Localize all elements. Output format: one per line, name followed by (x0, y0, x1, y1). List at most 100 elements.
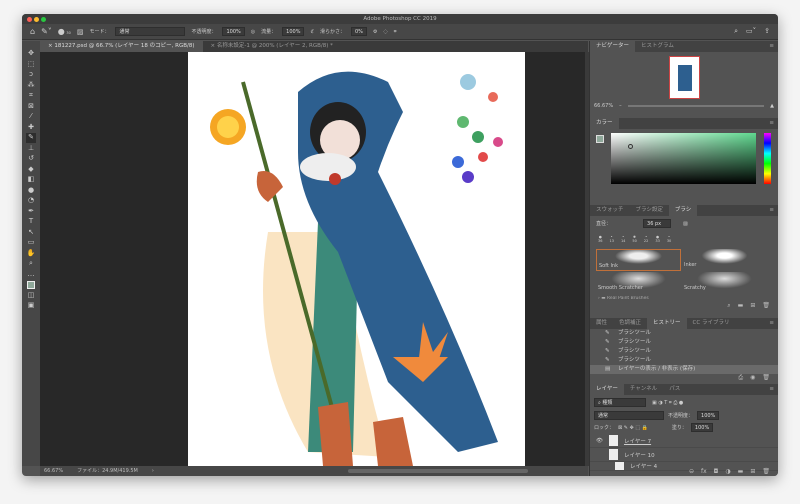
share-icon[interactable]: ⇪ (764, 27, 770, 36)
trash-icon[interactable]: 🗑 (762, 468, 770, 475)
pressure-size-icon[interactable]: ◌ (383, 29, 387, 35)
mode-select[interactable]: 通常 (115, 27, 186, 36)
history-item[interactable]: ✎ ブラシツール (590, 356, 778, 365)
tab-adjustments[interactable]: 色調補正 (613, 318, 647, 329)
new-layer-icon[interactable]: ⊞ (750, 468, 755, 475)
quick-mask-icon[interactable]: ◫ (26, 291, 36, 301)
screen-mode-icon[interactable]: ▣ (26, 301, 36, 311)
maximize-button[interactable] (41, 16, 46, 22)
link-icon[interactable]: ⊖ (689, 468, 694, 475)
eyedropper-icon[interactable]: ⁄ (26, 112, 36, 122)
preset-brush[interactable]: • 14 (621, 235, 625, 243)
stamp-tool-icon[interactable]: ⊥ (26, 144, 36, 154)
tab-brush-settings[interactable]: ブラシ設定 (630, 205, 669, 216)
healing-brush-icon[interactable]: ✚ (26, 123, 36, 133)
panel-menu-icon[interactable]: ≡ (769, 118, 774, 129)
folder-icon[interactable]: ▬ (738, 302, 744, 310)
doc-tab[interactable]: × 名称未設定-1 @ 200% (レイヤー 2, RGB/8) * (203, 41, 341, 52)
gear-icon[interactable]: ⚙ (373, 29, 377, 35)
new-icon[interactable]: ⊞ (750, 302, 755, 310)
navigator-thumbnail[interactable] (668, 56, 700, 99)
tab-libraries[interactable]: CC ライブラリ (687, 318, 736, 329)
search-brush-icon[interactable]: ⌕ (727, 302, 730, 310)
smoothing-field[interactable]: 0% (351, 27, 367, 36)
brush-smooth-scratcher[interactable]: Smooth Scratcher (596, 272, 681, 294)
camera-icon[interactable]: ◉ (750, 374, 755, 382)
history-brush-icon[interactable]: ↺ (26, 154, 36, 164)
filter-icons[interactable]: ▣ ◑ T ⌗ ⎙ ● (652, 400, 683, 406)
zoom-level[interactable]: 66.67% (44, 466, 63, 476)
lasso-tool-icon[interactable]: ↄ (26, 70, 36, 80)
brush-size-field[interactable]: 36 px (643, 219, 672, 228)
doc-tab[interactable]: × 181227.psd @ 66.7% (レイヤー 18 のコピー, RGB/… (40, 41, 203, 52)
type-tool-icon[interactable]: T (26, 217, 36, 227)
zoom-tool-icon[interactable]: ⌕ (26, 259, 36, 269)
tab-color[interactable]: カラー (590, 118, 619, 129)
history-item[interactable]: ✎ ブラシツール (590, 338, 778, 347)
gradient-icon[interactable]: ◧ (26, 175, 36, 185)
layer-row[interactable]: 👁 レイヤー 7 (590, 434, 778, 448)
canvas-area[interactable] (40, 52, 585, 466)
dodge-icon[interactable]: ◔ (26, 196, 36, 206)
brush-tool-icon[interactable]: ✎ (26, 133, 36, 143)
search-icon[interactable]: ⌕ (734, 27, 738, 36)
fill-field[interactable]: 100% (690, 423, 714, 432)
preset-brush[interactable]: • 13 (609, 235, 613, 243)
hue-slider[interactable] (764, 133, 771, 184)
foreground-color[interactable] (596, 135, 604, 143)
new-brush-icon[interactable]: ▨ (683, 221, 688, 227)
lock-icons[interactable]: ⊠ ✎ ✥ ⬚ 🔒 (618, 425, 648, 431)
zoom-in-icon[interactable]: ▲ (770, 103, 774, 109)
layer-row[interactable]: レイヤー 10 (590, 448, 778, 462)
hand-tool-icon[interactable]: ✋ (26, 249, 36, 259)
preset-brush[interactable]: • 30 (667, 235, 671, 243)
artwork-canvas[interactable] (188, 52, 525, 466)
panel-menu-icon[interactable]: ≡ (769, 205, 774, 216)
panel-menu-icon[interactable]: ≡ (769, 318, 774, 329)
flow-field[interactable]: 100% (282, 27, 305, 36)
tab-properties[interactable]: 属性 (590, 318, 613, 329)
tab-brushes[interactable]: ブラシ (668, 205, 698, 216)
trash-icon[interactable]: 🗑 (762, 374, 770, 382)
brush-soft-ink[interactable]: Soft Ink (596, 249, 681, 271)
marquee-tool-icon[interactable]: ⬚ (26, 60, 36, 70)
zoom-out-icon[interactable]: – (619, 103, 622, 109)
tab-layers[interactable]: レイヤー (590, 384, 624, 395)
path-select-icon[interactable]: ↖ (26, 228, 36, 238)
brush-tool-icon[interactable]: ✎˅ (41, 27, 52, 36)
brush-preset-picker[interactable]: ● 30 (58, 27, 71, 36)
airbrush-icon[interactable]: ℭ (310, 29, 314, 35)
blend-mode-select[interactable]: 通常 (594, 411, 664, 420)
layer-filter-select[interactable]: ⌕ 種類 (594, 398, 646, 407)
symmetry-icon[interactable]: ⌗ (394, 29, 397, 35)
blur-icon[interactable]: ● (26, 186, 36, 196)
workspace-icon[interactable]: ▭˅ (746, 27, 756, 36)
brush-inker[interactable]: Inker (682, 249, 767, 271)
fx-icon[interactable]: fx (701, 468, 707, 475)
horizontal-scrollbar[interactable] (348, 469, 528, 473)
visibility-eye-icon[interactable]: 👁 (596, 438, 603, 444)
tab-navigator[interactable]: ナビゲーター (590, 41, 636, 52)
tab-swatches[interactable]: スウォッチ (590, 205, 630, 216)
panel-menu-icon[interactable]: ≡ (769, 41, 774, 52)
group-icon[interactable]: ▬ (738, 468, 744, 475)
zoom-slider[interactable] (627, 105, 765, 107)
trash-icon[interactable]: 🗑 (762, 302, 770, 310)
frame-tool-icon[interactable]: ⊠ (26, 102, 36, 112)
close-button[interactable] (27, 16, 32, 22)
crop-tool-icon[interactable]: ⌗ (26, 91, 36, 101)
tab-histogram[interactable]: ヒストグラム (635, 41, 680, 52)
adjustment-icon[interactable]: ◑ (725, 468, 730, 475)
preset-brush[interactable]: ● 33 (655, 235, 659, 243)
history-item[interactable]: ✎ ブラシツール (590, 347, 778, 356)
history-item-selected[interactable]: ▤ レイヤーの表示 / 非表示 (保存) (590, 365, 778, 374)
color-swatches-icon[interactable] (26, 280, 36, 290)
color-field[interactable] (611, 133, 756, 184)
brush-scratchy[interactable]: Scratchy (682, 272, 767, 294)
brush-settings-icon[interactable]: ▨ (77, 28, 84, 36)
minimize-button[interactable] (34, 16, 39, 22)
history-item[interactable]: ✎ ブラシツール (590, 329, 778, 338)
pressure-opacity-icon[interactable]: ◎ (251, 29, 255, 35)
tab-history[interactable]: ヒストリー (647, 318, 687, 329)
preset-brush[interactable]: ✺ 50 (632, 235, 636, 243)
